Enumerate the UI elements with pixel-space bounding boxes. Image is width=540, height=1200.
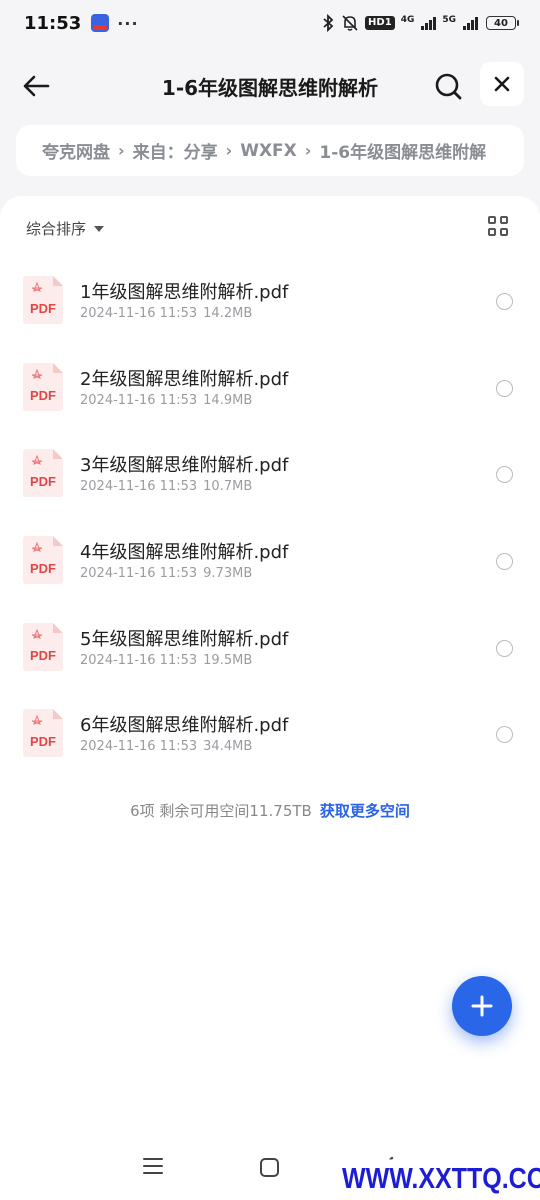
home-icon[interactable] bbox=[260, 1158, 279, 1177]
storage-summary: 6项 剩余可用空间11.75TB 获取更多空间 bbox=[0, 800, 540, 821]
recent-apps-icon[interactable] bbox=[143, 1158, 163, 1176]
pdf-icon-label: PDF bbox=[30, 387, 56, 403]
file-size: 19.5MB bbox=[203, 652, 253, 668]
file-meta: 2024-11-16 11:53 34.4MB bbox=[80, 739, 252, 754]
select-radio[interactable] bbox=[496, 726, 513, 744]
file-date: 2024-11-16 11:53 bbox=[80, 566, 198, 582]
file-size: 10.7MB bbox=[203, 479, 253, 495]
signal-4g-icon bbox=[421, 16, 437, 30]
close-icon bbox=[494, 76, 510, 92]
chevron-right-icon: › bbox=[304, 141, 312, 160]
search-icon bbox=[435, 73, 462, 100]
file-name: 1年级图解思维附解析.pdf bbox=[80, 282, 289, 303]
file-list: PDF 1年级图解思维附解析.pdf 2024-11-16 11:53 14.2M… bbox=[0, 256, 540, 776]
file-name: 3年级图解思维附解析.pdf bbox=[80, 455, 289, 477]
breadcrumb-item-root[interactable]: 夸克网盘 bbox=[42, 138, 110, 163]
file-meta: 2024-11-16 11:53 10.7MB bbox=[80, 479, 252, 494]
select-radio[interactable] bbox=[496, 553, 513, 571]
pdf-icon-label: PDF bbox=[30, 561, 56, 577]
sort-dropdown[interactable]: 综合排序 bbox=[26, 218, 105, 239]
breadcrumb-item-wxfx[interactable]: WXFX bbox=[240, 141, 297, 161]
grid-view-button[interactable] bbox=[488, 216, 510, 238]
file-size: 14.9MB bbox=[203, 392, 253, 408]
pdf-file-icon: PDF bbox=[23, 709, 63, 758]
file-row[interactable]: PDF 6年级图解思维附解析.pdf 2024-11-16 11:53 34.4M… bbox=[0, 689, 540, 776]
chevron-right-icon: › bbox=[118, 141, 125, 160]
file-meta: 2024-11-16 11:53 9.73MB bbox=[80, 566, 252, 581]
file-row[interactable]: PDF 5年级图解思维附解析.pdf 2024-11-16 11:53 19.5M… bbox=[0, 603, 540, 690]
file-date: 2024-11-16 11:53 bbox=[80, 652, 198, 668]
pdf-icon-label: PDF bbox=[30, 474, 56, 490]
select-radio[interactable] bbox=[496, 466, 513, 484]
status-bar: 11:53 ··· HD1 4G 5G 40 bbox=[0, 0, 540, 46]
pdf-icon-label: PDF bbox=[30, 301, 56, 316]
close-button[interactable] bbox=[480, 62, 524, 106]
file-name: 5年级图解思维附解析.pdf bbox=[80, 628, 289, 650]
sort-label: 综合排序 bbox=[26, 220, 87, 238]
signal-5g-icon bbox=[463, 16, 478, 30]
search-button[interactable] bbox=[430, 68, 468, 106]
pdf-file-icon: PDF bbox=[23, 622, 63, 671]
breadcrumb-item-shared[interactable]: 来自：分享 bbox=[133, 138, 218, 163]
file-panel: 综合排序 PDF 1年级图解思维附解析.pdf 2024-11-16 11:53… bbox=[0, 196, 540, 1200]
select-radio[interactable] bbox=[496, 379, 513, 397]
file-row[interactable]: PDF 4年级图解思维附解析.pdf 2024-11-16 11:53 9.73M… bbox=[0, 516, 540, 603]
file-meta: 2024-11-16 11:53 19.5MB bbox=[80, 653, 252, 668]
watermark: WWW.XXTTQ.COM bbox=[342, 1159, 540, 1199]
add-button[interactable] bbox=[452, 976, 512, 1036]
file-name: 2年级图解思维附解析.pdf bbox=[80, 368, 289, 390]
file-name: 6年级图解思维附解析.pdf bbox=[80, 715, 289, 737]
battery-icon: 40 bbox=[486, 16, 519, 30]
file-row[interactable]: PDF 2年级图解思维附解析.pdf 2024-11-16 11:53 14.9M… bbox=[0, 343, 540, 430]
file-row[interactable]: PDF 3年级图解思维附解析.pdf 2024-11-16 11:53 10.7M… bbox=[0, 429, 540, 516]
file-size: 34.4MB bbox=[203, 739, 253, 755]
select-radio[interactable] bbox=[496, 639, 513, 657]
bluetooth-icon bbox=[321, 14, 335, 32]
more-notifications-icon: ··· bbox=[117, 13, 139, 33]
app-notification-icon bbox=[91, 14, 110, 32]
breadcrumb-item-current[interactable]: 1-6年级图解思维附解 bbox=[319, 138, 486, 163]
file-date: 2024-11-16 11:53 bbox=[80, 739, 198, 755]
network-5g-label: 5G bbox=[442, 15, 456, 25]
pdf-file-icon: PDF bbox=[23, 362, 63, 411]
file-meta: 2024-11-16 11:53 14.2MB bbox=[80, 306, 252, 321]
caret-down-icon bbox=[94, 225, 105, 232]
breadcrumb: 夸克网盘 › 来自：分享 › WXFX › 1-6年级图解思维附解 bbox=[16, 125, 524, 176]
select-radio[interactable] bbox=[496, 293, 513, 310]
pdf-icon-label: PDF bbox=[30, 734, 56, 750]
get-more-space-link[interactable]: 获取更多空间 bbox=[320, 802, 410, 820]
file-size: 14.2MB bbox=[203, 306, 253, 321]
pdf-file-icon: PDF bbox=[23, 276, 63, 324]
hd-voice-icon: HD1 bbox=[365, 16, 395, 30]
file-date: 2024-11-16 11:53 bbox=[80, 392, 198, 408]
pdf-icon-label: PDF bbox=[30, 647, 56, 663]
file-size: 9.73MB bbox=[203, 566, 253, 582]
mute-bell-icon bbox=[341, 14, 359, 32]
storage-summary-text: 6项 剩余可用空间11.75TB bbox=[130, 802, 312, 820]
status-icons: HD1 4G 5G 40 bbox=[321, 14, 519, 32]
file-date: 2024-11-16 11:53 bbox=[80, 479, 198, 495]
status-time: 11:53 bbox=[24, 12, 82, 34]
header: 1-6年级图解思维附解析 bbox=[0, 56, 540, 116]
network-4g-label: 4G bbox=[400, 15, 415, 25]
file-name: 4年级图解思维附解析.pdf bbox=[80, 542, 289, 564]
pdf-file-icon: PDF bbox=[23, 536, 63, 585]
file-date: 2024-11-16 11:53 bbox=[80, 306, 198, 321]
pdf-file-icon: PDF bbox=[23, 449, 63, 498]
chevron-right-icon: › bbox=[225, 141, 233, 160]
file-row[interactable]: PDF 1年级图解思维附解析.pdf 2024-11-16 11:53 14.2M… bbox=[0, 256, 540, 343]
file-meta: 2024-11-16 11:53 14.9MB bbox=[80, 393, 252, 408]
plus-icon bbox=[471, 995, 493, 1017]
